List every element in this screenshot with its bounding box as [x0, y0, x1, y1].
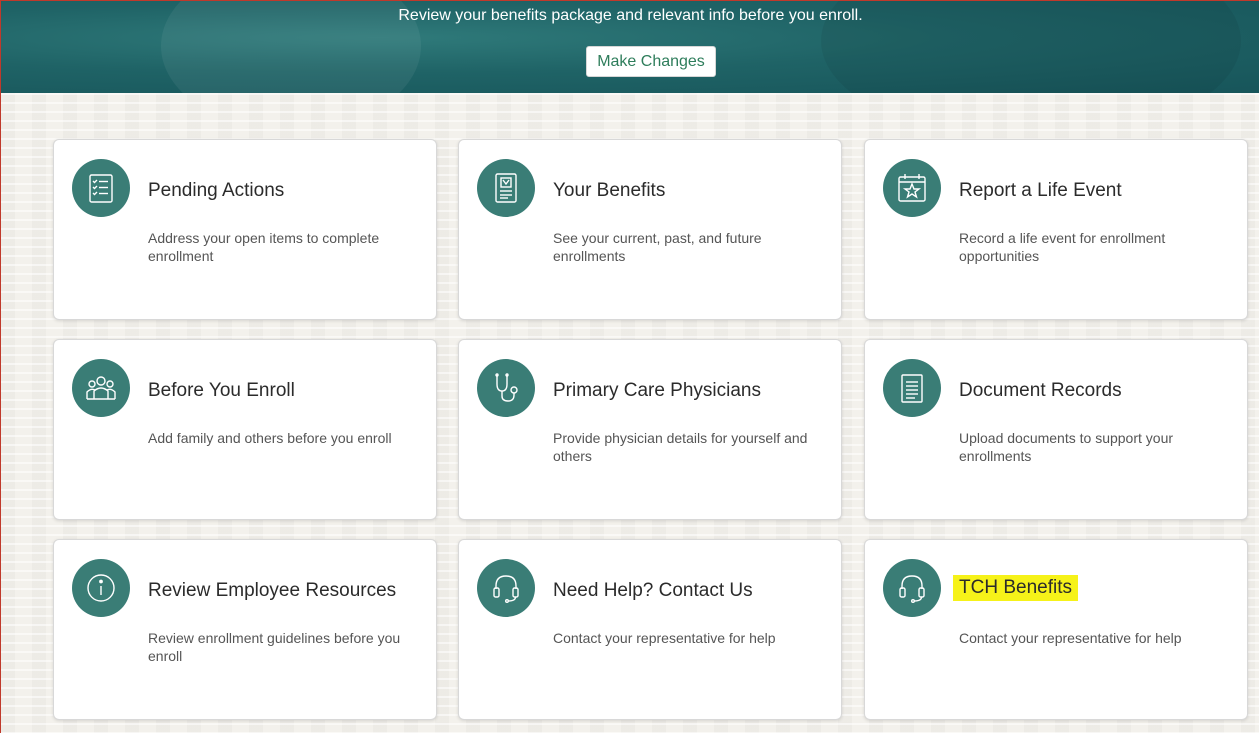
card-before-you-enroll[interactable]: Before You Enroll Add family and others … — [53, 339, 437, 520]
card-title: Primary Care Physicians — [553, 380, 761, 401]
card-title: Need Help? Contact Us — [553, 580, 753, 601]
card-description: Review enrollment guidelines before you … — [148, 630, 401, 664]
document-icon — [883, 359, 941, 417]
card-need-help-contact-us[interactable]: Need Help? Contact Us Contact your repre… — [458, 539, 842, 720]
card-description: Add family and others before you enroll — [148, 430, 392, 446]
card-review-employee-resources[interactable]: Review Employee Resources Review enrollm… — [53, 539, 437, 720]
group-icon — [72, 359, 130, 417]
card-description: Provide physician details for yourself a… — [553, 430, 808, 464]
card-title: Report a Life Event — [959, 180, 1122, 201]
id-badge-icon — [477, 159, 535, 217]
card-primary-care-physicians[interactable]: Primary Care Physicians Provide physicia… — [458, 339, 842, 520]
make-changes-button[interactable]: Make Changes — [586, 46, 716, 77]
banner-text: Review your benefits package and relevan… — [398, 7, 863, 24]
card-title: Your Benefits — [553, 180, 666, 201]
card-title: Before You Enroll — [148, 380, 295, 401]
calendar-star-icon — [883, 159, 941, 217]
card-description: See your current, past, and future enrol… — [553, 230, 762, 264]
headset-icon — [477, 559, 535, 617]
card-document-records[interactable]: Document Records Upload documents to sup… — [864, 339, 1248, 520]
card-description: Contact your representative for help — [959, 630, 1182, 646]
headset-icon — [883, 559, 941, 617]
card-report-life-event[interactable]: Report a Life Event Record a life event … — [864, 139, 1248, 320]
card-description: Contact your representative for help — [553, 630, 776, 646]
stethoscope-icon — [477, 359, 535, 417]
card-title: Review Employee Resources — [148, 580, 397, 601]
card-description: Address your open items to complete enro… — [148, 230, 380, 264]
card-description: Upload documents to support your enrollm… — [959, 430, 1174, 464]
card-tch-benefits[interactable]: TCH Benefits Contact your representative… — [864, 539, 1248, 720]
card-your-benefits[interactable]: Your Benefits See your current, past, an… — [458, 139, 842, 320]
card-title: Document Records — [959, 380, 1122, 401]
card-pending-actions[interactable]: Pending Actions Address your open items … — [53, 139, 437, 320]
card-description: Record a life event for enrollment oppor… — [959, 230, 1166, 264]
header-banner: Review your benefits package and relevan… — [1, 1, 1259, 93]
card-title-highlighted: TCH Benefits — [953, 575, 1078, 601]
info-icon — [72, 559, 130, 617]
checklist-icon — [72, 159, 130, 217]
card-title: Pending Actions — [148, 180, 285, 201]
